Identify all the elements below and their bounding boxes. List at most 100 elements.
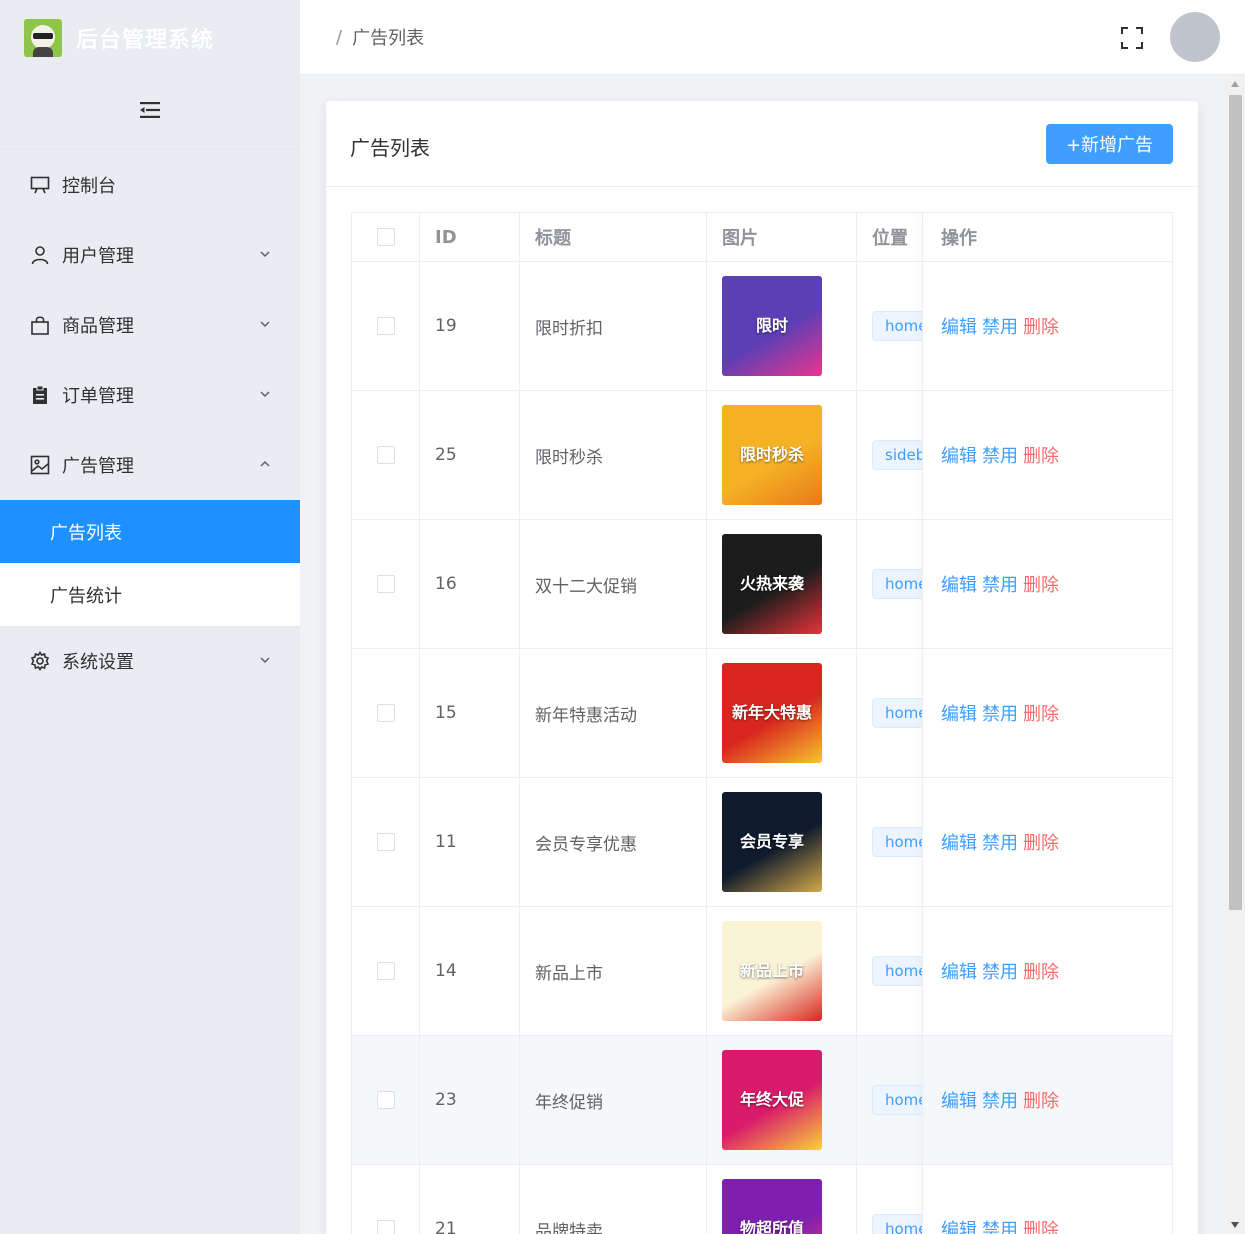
position-tag: home <box>872 311 923 341</box>
ad-thumbnail[interactable]: 年终大促 <box>722 1050 822 1150</box>
row-position-cell: home <box>857 1036 923 1164</box>
monitor-icon <box>30 175 50 195</box>
chevron-down-icon <box>260 657 270 664</box>
delete-link[interactable]: 删除 <box>1023 442 1059 468</box>
ad-thumbnail[interactable]: 限时 <box>722 276 822 376</box>
table-row: 19 限时折扣 限时 home 编辑 禁用 删除 <box>352 262 1172 391</box>
sidebar-item-orders[interactable]: 订单管理 <box>0 360 300 430</box>
page-scrollbar[interactable] <box>1226 75 1245 1234</box>
user-icon <box>30 245 50 265</box>
fullscreen-icon[interactable] <box>1120 26 1144 50</box>
edit-link[interactable]: 编辑 <box>941 313 977 339</box>
menu-fold-icon[interactable] <box>140 102 160 122</box>
row-check-cell <box>352 1165 420 1234</box>
ad-thumbnail[interactable]: 新年大特惠 <box>722 663 822 763</box>
disable-link[interactable]: 禁用 <box>982 1216 1018 1234</box>
disable-link[interactable]: 禁用 <box>982 442 1018 468</box>
header-check-cell <box>352 213 420 261</box>
position-tag: sidebar <box>872 440 923 470</box>
row-checkbox[interactable] <box>376 704 395 722</box>
app-title: 后台管理系统 <box>76 27 215 53</box>
row-title: 双十二大促销 <box>520 520 707 648</box>
edit-link[interactable]: 编辑 <box>941 571 977 597</box>
row-checkbox[interactable] <box>376 962 395 980</box>
row-position-cell: home <box>857 649 923 777</box>
delete-link[interactable]: 删除 <box>1023 313 1059 339</box>
card-title: 广告列表 <box>350 136 430 160</box>
ad-thumbnail-text: 限时 <box>755 316 788 336</box>
sidebar-item-users[interactable]: 用户管理 <box>0 220 300 290</box>
row-position-cell: home <box>857 262 923 390</box>
sidebar-item-ads[interactable]: 广告管理 <box>0 430 300 500</box>
sidebar-subitem-ad-list[interactable]: 广告列表 <box>0 500 300 563</box>
sidebar-item-products[interactable]: 商品管理 <box>0 290 300 360</box>
collapse-toggle[interactable] <box>0 75 300 150</box>
ad-thumbnail-text: 物超所值 <box>739 1219 804 1234</box>
avatar[interactable] <box>1170 12 1220 62</box>
row-position-cell: sidebar <box>857 391 923 519</box>
ad-thumbnail-text: 会员专享 <box>739 832 804 852</box>
sidebar: 后台管理系统 控制台 用户管理 商品管理 订单管理 广告管理 广告列表 广告统计… <box>0 0 300 1234</box>
scroll-up-arrow-icon[interactable] <box>1231 81 1239 87</box>
ad-thumbnail-text: 年终大促 <box>739 1090 804 1110</box>
delete-link[interactable]: 删除 <box>1023 571 1059 597</box>
row-id: 21 <box>420 1165 520 1234</box>
table-row: 15 新年特惠活动 新年大特惠 home 编辑 禁用 删除 <box>352 649 1172 778</box>
disable-link[interactable]: 禁用 <box>982 571 1018 597</box>
scroll-thumb[interactable] <box>1229 95 1242 910</box>
ad-thumbnail[interactable]: 会员专享 <box>722 792 822 892</box>
ad-thumbnail[interactable]: 新品上市 <box>722 921 822 1021</box>
delete-link[interactable]: 删除 <box>1023 958 1059 984</box>
select-all-checkbox[interactable] <box>376 228 395 246</box>
edit-link[interactable]: 编辑 <box>941 442 977 468</box>
row-check-cell <box>352 520 420 648</box>
disable-link[interactable]: 禁用 <box>982 700 1018 726</box>
row-checkbox[interactable] <box>376 317 395 335</box>
sidebar-subitem-ad-stats[interactable]: 广告统计 <box>0 563 300 626</box>
logo[interactable]: 后台管理系统 <box>0 0 300 75</box>
sidebar-item-dashboard[interactable]: 控制台 <box>0 150 300 220</box>
table-row: 16 双十二大促销 火热来袭 home 编辑 禁用 删除 <box>352 520 1172 649</box>
edit-link[interactable]: 编辑 <box>941 700 977 726</box>
ad-table: ID 标题 图片 位置 操作 19 限时折扣 限时 home 编辑 禁用 删除 … <box>351 212 1173 1234</box>
row-checkbox[interactable] <box>376 575 395 593</box>
row-title: 限时秒杀 <box>520 391 707 519</box>
table-row: 11 会员专享优惠 会员专享 home 编辑 禁用 删除 <box>352 778 1172 907</box>
sidebar-item-settings[interactable]: 系统设置 <box>0 626 300 696</box>
edit-link[interactable]: 编辑 <box>941 1087 977 1113</box>
edit-link[interactable]: 编辑 <box>941 958 977 984</box>
scroll-down-arrow-icon[interactable] <box>1231 1222 1239 1228</box>
ad-thumbnail[interactable]: 物超所值 <box>722 1179 822 1234</box>
chevron-down-icon <box>260 321 270 328</box>
header-id[interactable]: ID <box>420 213 520 261</box>
add-ad-button[interactable]: +新增广告 <box>1046 124 1173 164</box>
ad-thumbnail[interactable]: 限时秒杀 <box>722 405 822 505</box>
disable-link[interactable]: 禁用 <box>982 1087 1018 1113</box>
disable-link[interactable]: 禁用 <box>982 829 1018 855</box>
fixed-column-divider <box>922 212 923 1234</box>
row-checkbox[interactable] <box>376 1220 395 1234</box>
row-checkbox[interactable] <box>376 446 395 464</box>
row-position-cell: home <box>857 778 923 906</box>
delete-link[interactable]: 删除 <box>1023 829 1059 855</box>
ad-thumbnail[interactable]: 火热来袭 <box>722 534 822 634</box>
row-checkbox[interactable] <box>376 1091 395 1109</box>
delete-link[interactable]: 删除 <box>1023 1087 1059 1113</box>
breadcrumb: / 广告列表 <box>336 24 424 50</box>
row-id: 19 <box>420 262 520 390</box>
delete-link[interactable]: 删除 <box>1023 700 1059 726</box>
disable-link[interactable]: 禁用 <box>982 958 1018 984</box>
logo-image <box>24 18 62 57</box>
row-check-cell <box>352 907 420 1035</box>
disable-link[interactable]: 禁用 <box>982 313 1018 339</box>
shopping-bag-icon <box>30 315 50 335</box>
header-position: 位置 <box>872 228 908 249</box>
row-check-cell <box>352 778 420 906</box>
delete-link[interactable]: 删除 <box>1023 1216 1059 1234</box>
row-position-cell: home <box>857 907 923 1035</box>
edit-link[interactable]: 编辑 <box>941 829 977 855</box>
header-image: 图片 <box>707 213 857 261</box>
row-operations: 编辑 禁用 删除 <box>923 649 1172 777</box>
row-checkbox[interactable] <box>376 833 395 851</box>
edit-link[interactable]: 编辑 <box>941 1216 977 1234</box>
